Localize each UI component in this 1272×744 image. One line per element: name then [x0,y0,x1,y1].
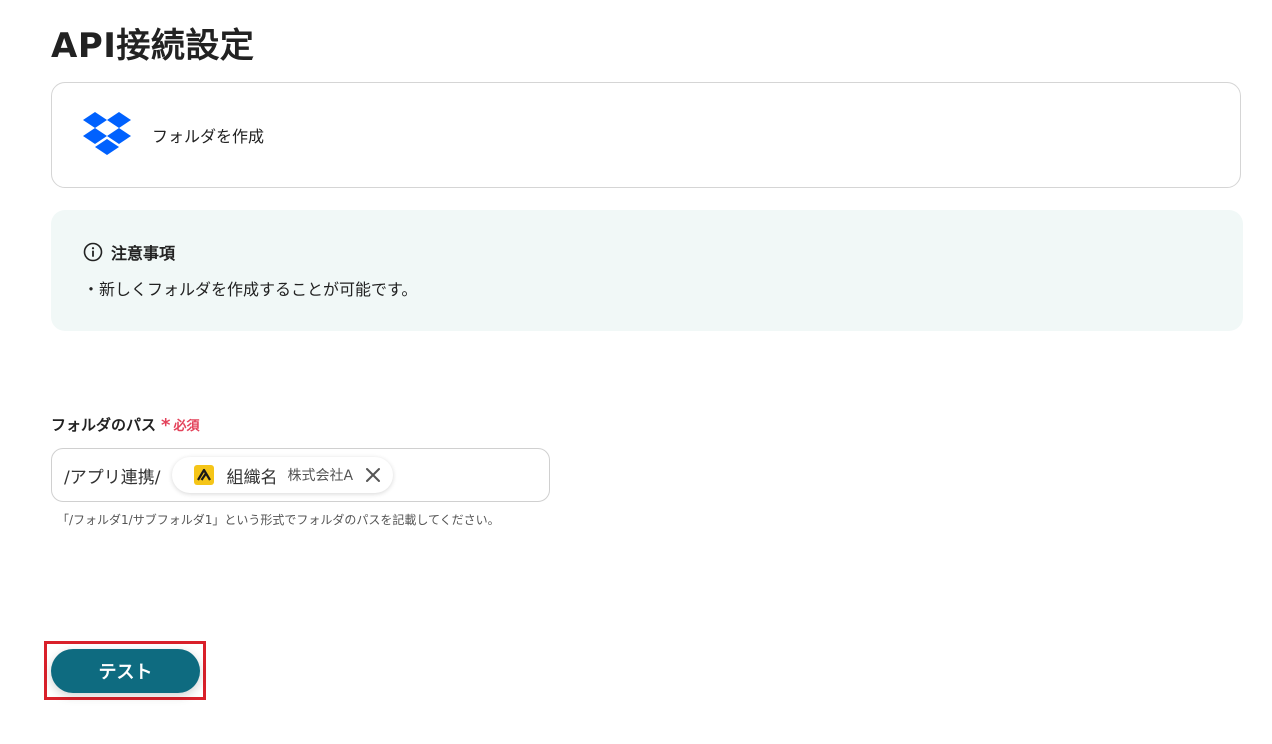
test-button[interactable]: テスト [51,649,200,693]
required-badge: 必須 [173,418,200,434]
yoom-icon [194,465,215,485]
notice-body: ・新しくフォルダを作成することが可能です。 [83,280,418,299]
notice-title: 注意事項 [111,244,176,263]
folder-path-input[interactable]: /アプリ連携/ 組織名 株式会社A [51,448,550,502]
folder-path-prefix: /アプリ連携/ [64,467,161,488]
api-connection-settings-page: API接続設定 フォルダを作成 注意事項 ・新しくフォルダを作成することが可能で… [0,0,1272,744]
notice-header: 注意事項 [83,240,1243,264]
folder-path-helper-text: 「/フォルダ1/サブフォルダ1」という形式でフォルダのパスを記載してください。 [57,513,500,527]
notice-box: 注意事項 ・新しくフォルダを作成することが可能です。 [51,210,1243,331]
folder-path-label: フォルダのパス [51,415,157,434]
info-icon [83,242,103,262]
variable-chip[interactable]: 組織名 株式会社A [172,457,394,493]
required-asterisk: * [161,415,171,436]
action-card: フォルダを作成 [51,82,1241,188]
page-title: API接続設定 [51,26,255,66]
chip-label: 組織名 [226,467,278,488]
dropbox-icon [82,111,134,159]
action-label: フォルダを作成 [152,127,265,146]
folder-path-label-row: フォルダのパス * 必須 [51,413,199,435]
close-icon[interactable] [363,465,383,485]
chip-value: 株式会社A [287,468,354,484]
